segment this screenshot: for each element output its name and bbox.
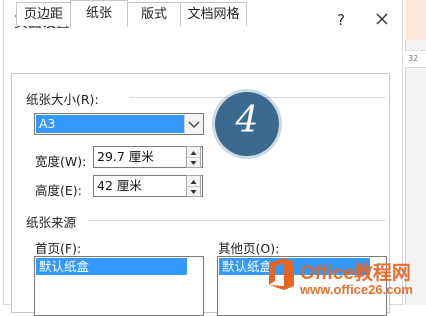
office-logo-icon xyxy=(269,258,294,290)
tab-layout[interactable]: 版式 xyxy=(127,2,181,26)
step-number: 4 xyxy=(235,100,259,141)
width-spinner[interactable] xyxy=(186,146,201,168)
spin-down-icon[interactable] xyxy=(187,186,200,196)
first-page-label: 首页(F): xyxy=(35,241,82,256)
width-label: 宽度(W): xyxy=(35,154,87,169)
other-pages-label: 其他页(O): xyxy=(218,241,280,256)
background-app-header xyxy=(405,0,426,40)
step-number-badge: 4 xyxy=(215,92,279,156)
paper-size-group-label: 纸张大小(R): xyxy=(26,89,103,108)
watermark-url: www.office26.com xyxy=(300,282,413,297)
spin-down-icon[interactable] xyxy=(187,157,200,167)
background-ruler: 32 xyxy=(405,50,426,68)
tab-margins[interactable]: 页边距 xyxy=(16,2,71,26)
paper-source-group-label: 纸张来源 xyxy=(26,212,81,231)
watermark-title: Office教程网 xyxy=(300,263,411,284)
first-page-tray-list[interactable]: 默认纸盒 xyxy=(34,256,204,316)
help-button[interactable]: ? xyxy=(329,8,353,32)
height-label: 高度(E): xyxy=(35,183,82,198)
ruler-number: 32 xyxy=(408,54,419,63)
paper-size-selected: A3 xyxy=(36,115,184,133)
tab-paper[interactable]: 纸张 xyxy=(70,0,128,27)
dropdown-button[interactable] xyxy=(184,114,203,134)
paper-size-select[interactable]: A3 xyxy=(34,113,204,135)
close-icon xyxy=(376,13,388,25)
tab-document-grid[interactable]: 文档网格 xyxy=(180,2,247,26)
group-divider xyxy=(88,220,386,221)
chevron-down-icon xyxy=(188,121,200,128)
list-item[interactable]: 默认纸盒 xyxy=(36,258,187,275)
close-button[interactable] xyxy=(369,6,395,32)
height-spinner[interactable] xyxy=(186,175,201,197)
